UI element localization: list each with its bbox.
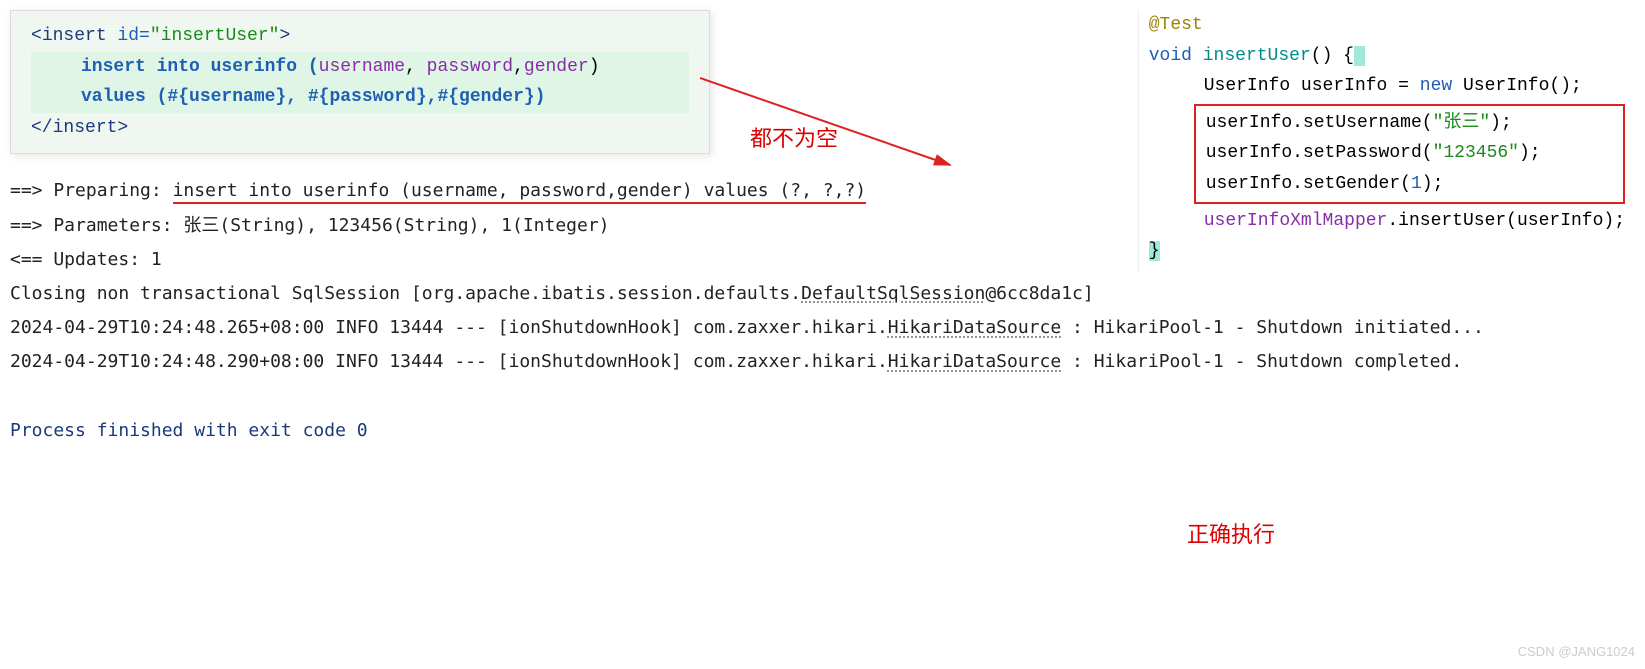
java-keyword: void: [1149, 46, 1203, 66]
sql-comma: ,: [405, 57, 427, 77]
xml-attr-val: "insertUser": [150, 26, 280, 46]
java-method-name: insertUser: [1203, 46, 1311, 66]
java-text: UserInfo userInfo =: [1204, 76, 1420, 96]
console-sql: insert into userinfo (username, password…: [173, 180, 867, 204]
console-line: ==> Preparing: insert into userinfo (use…: [10, 174, 1635, 208]
brace-highlight: [1354, 46, 1365, 66]
java-text: UserInfo();: [1463, 76, 1582, 96]
top-section: <insert id="insertUser"> insert into use…: [10, 10, 1635, 154]
java-keyword: new: [1420, 76, 1463, 96]
annotation-correct-exec: 正确执行: [1187, 514, 1275, 556]
console-class: HikariDataSource: [888, 351, 1061, 372]
console-text: 2024-04-29T10:24:48.290+08:00 INFO 13444…: [10, 351, 888, 372]
xml-line-2: insert into userinfo (username, password…: [31, 52, 689, 83]
console-class: HikariDataSource: [888, 317, 1061, 338]
java-text: );: [1519, 143, 1541, 163]
console-output: ==> Preparing: insert into userinfo (use…: [10, 174, 1635, 448]
java-string: "张三": [1433, 113, 1491, 133]
sql-keyword: insert into userinfo (: [81, 57, 319, 77]
xml-code-block: <insert id="insertUser"> insert into use…: [10, 10, 710, 154]
xml-line-4: </insert>: [31, 113, 689, 144]
java-string: "123456": [1433, 143, 1519, 163]
java-set-username: userInfo.setUsername("张三");: [1206, 108, 1615, 139]
console-text: Closing non transactional SqlSession [or…: [10, 283, 801, 304]
console-text: 2024-04-29T10:24:48.265+08:00 INFO 13444…: [10, 317, 888, 338]
console-prefix: ==> Preparing:: [10, 180, 173, 201]
java-text: );: [1490, 113, 1512, 133]
console-class: DefaultSqlSession: [801, 283, 985, 304]
java-paren: () {: [1311, 46, 1354, 66]
xml-attr: id=: [107, 26, 150, 46]
console-line: <== Updates: 1: [10, 243, 1635, 277]
xml-tag: insert: [42, 26, 107, 46]
console-line: 2024-04-29T10:24:48.265+08:00 INFO 13444…: [10, 311, 1635, 345]
sql-column: gender: [524, 57, 589, 77]
console-text: : HikariPool-1 - Shutdown completed.: [1061, 351, 1462, 372]
java-annotation: @Test: [1149, 10, 1625, 41]
xml-bracket: >: [279, 26, 290, 46]
console-exit: Process finished with exit code 0: [10, 414, 1635, 448]
xml-line-1: <insert id="insertUser">: [31, 21, 689, 52]
java-method-sig: void insertUser() {: [1149, 41, 1625, 72]
xml-close-bracket: </: [31, 118, 53, 138]
console-line: 2024-04-29T10:24:48.290+08:00 INFO 13444…: [10, 345, 1635, 379]
xml-line-3: values (#{username}, #{password},#{gende…: [31, 82, 689, 113]
java-set-password: userInfo.setPassword("123456");: [1206, 138, 1615, 169]
annotation-not-null: 都不为空: [750, 120, 838, 157]
xml-close-tag: insert: [53, 118, 118, 138]
watermark: CSDN @JANG1024: [1518, 641, 1635, 663]
java-text: userInfo.setPassword(: [1206, 143, 1433, 163]
java-text: userInfo.setUsername(: [1206, 113, 1433, 133]
java-line-new: UserInfo userInfo = new UserInfo();: [1149, 71, 1625, 102]
sql-paren: ): [589, 57, 600, 77]
sql-column: username: [319, 57, 405, 77]
console-text: @6cc8da1c]: [985, 283, 1093, 304]
xml-bracket: <: [31, 26, 42, 46]
console-line: Closing non transactional SqlSession [or…: [10, 277, 1635, 311]
console-line: ==> Parameters: 张三(String), 123456(Strin…: [10, 209, 1635, 243]
sql-column: password: [427, 57, 513, 77]
console-text: : HikariPool-1 - Shutdown initiated...: [1061, 317, 1484, 338]
xml-close-bracket: >: [117, 118, 128, 138]
sql-comma: ,: [513, 57, 524, 77]
